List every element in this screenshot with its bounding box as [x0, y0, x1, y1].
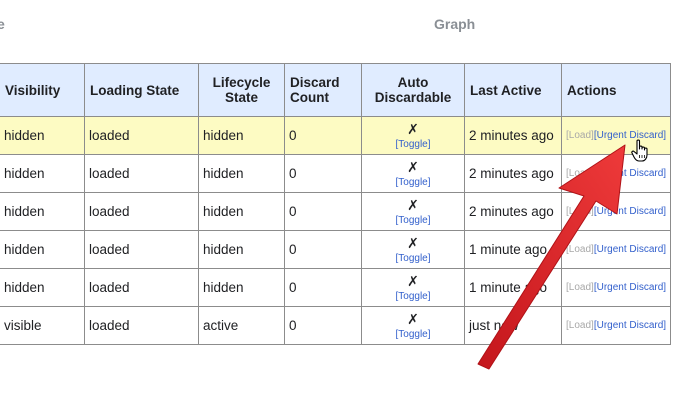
column-header-actions: Actions — [560, 63, 672, 117]
last-active-cell: 2 minutes ago — [464, 154, 562, 193]
loading-state-cell: loaded — [84, 192, 199, 231]
discard-count-cell: 0 — [284, 154, 362, 193]
loading-state-cell: loaded — [84, 116, 199, 155]
table-row: hidden loaded hidden 0 ✗ [Toggle] 2 minu… — [0, 154, 672, 193]
loading-state-cell: loaded — [84, 268, 199, 307]
tab-graph[interactable]: Graph — [434, 16, 475, 32]
load-link[interactable]: [Load] — [566, 282, 594, 293]
load-link[interactable]: [Load] — [566, 130, 594, 141]
auto-discardable-cell: ✗ [Toggle] — [361, 306, 465, 345]
column-header-auto-discardable[interactable]: Auto Discardable — [361, 63, 465, 117]
actions-cell: [Load][Urgent Discard] — [560, 192, 672, 231]
discard-count-cell: 0 — [284, 306, 362, 345]
lifecycle-state-cell: active — [198, 306, 285, 345]
lifecycle-state-cell: hidden — [198, 116, 285, 155]
column-header-lifecycle-state[interactable]: Lifecycle State — [198, 63, 285, 117]
table-row: hidden loaded hidden 0 ✗ [Toggle] 1 minu… — [0, 230, 672, 269]
column-header-last-active[interactable]: Last Active — [464, 63, 562, 117]
actions-cell: [Load][Urgent Discard] — [560, 230, 672, 269]
actions-cell: [Load][Urgent Discard] — [560, 154, 672, 193]
last-active-cell: 2 minutes ago — [464, 192, 562, 231]
table-row: hidden loaded hidden 0 ✗ [Toggle] 2 minu… — [0, 192, 672, 231]
toggle-link[interactable]: [Toggle] — [366, 291, 460, 303]
visibility-cell: hidden — [0, 230, 85, 269]
urgent-discard-link[interactable]: [Urgent Discard] — [594, 320, 666, 331]
lifecycle-state-cell: hidden — [198, 154, 285, 193]
discard-count-cell: 0 — [284, 116, 362, 155]
discards-page: e Graph Visibility Loading State Lifecyc… — [0, 0, 684, 400]
auto-discardable-mark: ✗ — [407, 310, 419, 327]
lifecycle-state-cell: hidden — [198, 230, 285, 269]
table-row: hidden loaded hidden 0 ✗ [Toggle] 2 minu… — [0, 116, 672, 155]
toggle-link[interactable]: [Toggle] — [366, 253, 460, 265]
column-header-visibility[interactable]: Visibility — [0, 63, 85, 117]
load-link[interactable]: [Load] — [566, 168, 594, 179]
visibility-cell: visible — [0, 306, 85, 345]
visibility-cell: hidden — [0, 268, 85, 307]
table-row: hidden loaded hidden 0 ✗ [Toggle] 1 minu… — [0, 268, 672, 307]
auto-discardable-cell: ✗ [Toggle] — [361, 192, 465, 231]
toggle-link[interactable]: [Toggle] — [366, 177, 460, 189]
auto-discardable-mark: ✗ — [407, 120, 419, 137]
lifecycle-state-cell: hidden — [198, 192, 285, 231]
urgent-discard-link[interactable]: [Urgent Discard] — [594, 130, 666, 141]
discard-count-cell: 0 — [284, 268, 362, 307]
auto-discardable-mark: ✗ — [407, 158, 419, 175]
table-row: visible loaded active 0 ✗ [Toggle] just … — [0, 306, 672, 345]
tab-partial-label[interactable]: e — [0, 16, 5, 32]
last-active-cell: 1 minute ago — [464, 230, 562, 269]
loading-state-cell: loaded — [84, 306, 199, 345]
last-active-cell: 1 minute ago — [464, 268, 562, 307]
load-link[interactable]: [Load] — [566, 206, 594, 217]
toggle-link[interactable]: [Toggle] — [366, 215, 460, 227]
discard-count-cell: 0 — [284, 230, 362, 269]
actions-cell: [Load][Urgent Discard] — [560, 116, 672, 155]
column-header-loading-state[interactable]: Loading State — [84, 63, 199, 117]
auto-discardable-mark: ✗ — [407, 196, 419, 213]
hand-pointer-icon — [631, 139, 648, 162]
urgent-discard-link[interactable]: [Urgent Discard] — [594, 206, 666, 217]
table-header-row: Visibility Loading State Lifecycle State … — [0, 63, 672, 117]
urgent-discard-link[interactable]: [Urgent Discard] — [594, 244, 666, 255]
last-active-cell: just now — [464, 306, 562, 345]
load-link[interactable]: [Load] — [566, 244, 594, 255]
loading-state-cell: loaded — [84, 154, 199, 193]
auto-discardable-mark: ✗ — [407, 234, 419, 251]
auto-discardable-cell: ✗ [Toggle] — [361, 230, 465, 269]
discard-count-cell: 0 — [284, 192, 362, 231]
toggle-link[interactable]: [Toggle] — [366, 139, 460, 151]
visibility-cell: hidden — [0, 154, 85, 193]
auto-discardable-cell: ✗ [Toggle] — [361, 268, 465, 307]
discards-table: Visibility Loading State Lifecycle State … — [0, 63, 672, 345]
urgent-discard-link[interactable]: [Urgent Discard] — [594, 282, 666, 293]
visibility-cell: hidden — [0, 116, 85, 155]
urgent-discard-link[interactable]: [Urgent Discard] — [594, 168, 666, 179]
column-header-discard-count[interactable]: Discard Count — [284, 63, 362, 117]
auto-discardable-mark: ✗ — [407, 272, 419, 289]
actions-cell: [Load][Urgent Discard] — [560, 268, 672, 307]
lifecycle-state-cell: hidden — [198, 268, 285, 307]
actions-cell: [Load][Urgent Discard] — [560, 306, 672, 345]
toggle-link[interactable]: [Toggle] — [366, 329, 460, 341]
visibility-cell: hidden — [0, 192, 85, 231]
auto-discardable-cell: ✗ [Toggle] — [361, 116, 465, 155]
loading-state-cell: loaded — [84, 230, 199, 269]
last-active-cell: 2 minutes ago — [464, 116, 562, 155]
load-link[interactable]: [Load] — [566, 320, 594, 331]
auto-discardable-cell: ✗ [Toggle] — [361, 154, 465, 193]
